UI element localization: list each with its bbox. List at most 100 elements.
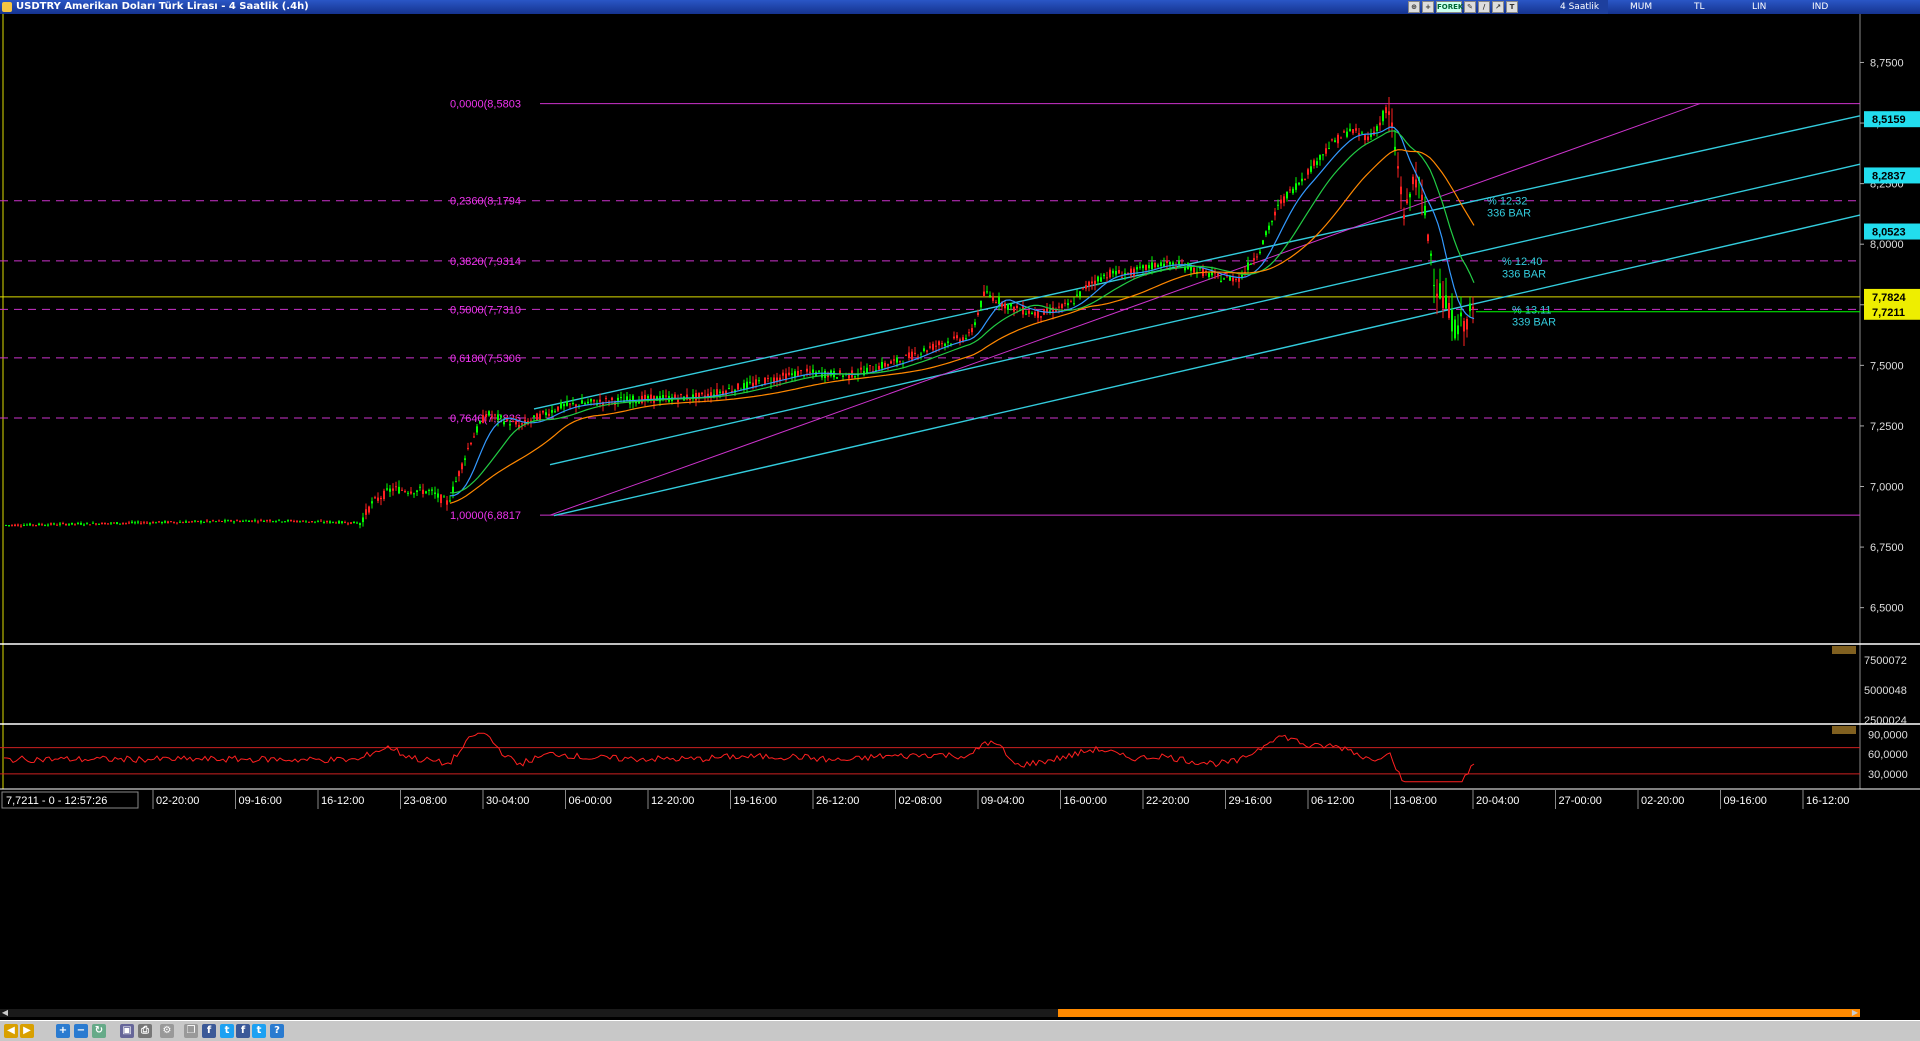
- window-titlebar: USDTRY Amerikan Doları Türk Lirası - 4 S…: [0, 0, 1920, 14]
- settings-icon[interactable]: ⚙: [160, 1024, 174, 1038]
- facebook-icon[interactable]: f: [202, 1024, 216, 1038]
- chart-canvas[interactable]: 8,75008,50008,25008,00007,75007,50007,25…: [0, 14, 1920, 1009]
- candle-body: [563, 404, 565, 407]
- candle-body: [1334, 140, 1336, 143]
- candle-body: [932, 343, 934, 350]
- candle-type-selector[interactable]: MUM: [1630, 0, 1658, 14]
- crosshair-icon[interactable]: +: [1422, 1, 1434, 13]
- candle-body: [1070, 301, 1072, 303]
- candle-body: [1250, 263, 1252, 265]
- candle-body: [1133, 268, 1135, 277]
- scale-selector[interactable]: LIN: [1752, 0, 1774, 14]
- candle-body: [758, 380, 760, 382]
- period-selector[interactable]: 4 Saatlik: [1560, 0, 1608, 14]
- candle-body: [1436, 293, 1438, 298]
- candle-body: [218, 520, 220, 522]
- candle-body: [1040, 316, 1042, 318]
- candle-body: [1313, 160, 1315, 166]
- price-label: 8,0523: [1872, 227, 1906, 239]
- candle-body: [263, 520, 265, 522]
- candle-body: [719, 391, 721, 393]
- candle-body: [1073, 303, 1075, 305]
- scroll-right-icon[interactable]: ▶: [1850, 1009, 1860, 1017]
- candle-body: [926, 350, 928, 352]
- candle-body: [1034, 312, 1036, 316]
- toolbar-icons: ⊕ + FOREKS ✎ / ↗ T: [1408, 1, 1518, 13]
- candle-body: [281, 521, 283, 523]
- candle-body: [953, 336, 955, 339]
- candle-body: [224, 520, 226, 522]
- candle-body: [1322, 154, 1324, 156]
- candle-body: [494, 414, 496, 416]
- zoom-out-icon[interactable]: −: [74, 1024, 88, 1038]
- rsi-line: [3, 732, 1475, 783]
- foreks-badge[interactable]: FOREKS: [1436, 1, 1468, 13]
- candle-body: [83, 524, 85, 526]
- zoom-in-icon[interactable]: +: [56, 1024, 70, 1038]
- candle-body: [428, 489, 430, 491]
- volume-tick-label: 7500072: [1864, 655, 1907, 667]
- arrow-icon[interactable]: ↗: [1492, 1, 1504, 13]
- time-scrollbar[interactable]: ◀ ▶: [0, 1009, 1860, 1017]
- candle-body: [824, 370, 826, 378]
- candle-body: [221, 520, 223, 522]
- candle-body: [1274, 211, 1276, 216]
- line-tool-icon[interactable]: /: [1478, 1, 1490, 13]
- scroll-left-icon[interactable]: ◀: [0, 1009, 10, 1017]
- candle-body: [1160, 262, 1162, 266]
- candle-body: [938, 341, 940, 346]
- edit-icon[interactable]: ✎: [1464, 1, 1476, 13]
- candle-body: [245, 520, 247, 522]
- candle-body: [1106, 277, 1108, 279]
- candle-body: [485, 414, 487, 418]
- facebook-share-icon[interactable]: f: [236, 1024, 250, 1038]
- time-tick-label: 30-04:00: [486, 795, 529, 807]
- save-icon[interactable]: ▣: [120, 1024, 134, 1038]
- candle-body: [1385, 107, 1387, 114]
- twitter-share-icon[interactable]: t: [252, 1024, 266, 1038]
- candle-body: [782, 372, 784, 376]
- candle-body: [179, 521, 181, 523]
- candle-body: [551, 410, 553, 413]
- y-tick-label: 6,5000: [1870, 603, 1904, 615]
- candle-body: [680, 394, 682, 396]
- candle-body: [1346, 131, 1348, 137]
- candle-body: [209, 521, 211, 523]
- refresh-icon[interactable]: ↻: [92, 1024, 106, 1038]
- candle-body: [446, 500, 448, 505]
- time-tick-label: 16-12:00: [321, 795, 364, 807]
- indicator-selector[interactable]: IND: [1812, 0, 1834, 14]
- currency-selector[interactable]: TL: [1694, 0, 1712, 14]
- help-icon[interactable]: ?: [270, 1024, 284, 1038]
- forward-icon[interactable]: ▶: [20, 1024, 34, 1038]
- candle-body: [419, 486, 421, 488]
- scroll-thumb[interactable]: [1058, 1009, 1860, 1017]
- candle-body: [128, 522, 130, 524]
- candle-body: [1121, 276, 1123, 278]
- back-icon[interactable]: ◀: [4, 1024, 18, 1038]
- candle-body: [1112, 270, 1114, 274]
- text-tool-icon[interactable]: T: [1506, 1, 1518, 13]
- candle-body: [149, 522, 151, 524]
- candle-body: [920, 353, 922, 355]
- candle-body: [1340, 137, 1342, 139]
- time-tick-label: 29-16:00: [1229, 795, 1272, 807]
- copy-icon[interactable]: ❐: [184, 1024, 198, 1038]
- zoom-icon[interactable]: ⊕: [1408, 1, 1420, 13]
- candle-body: [398, 486, 400, 494]
- candle-body: [434, 492, 436, 495]
- channel-bar-count-label: 339 BAR: [1512, 317, 1556, 329]
- candle-body: [620, 397, 622, 399]
- candle-body: [302, 520, 304, 522]
- candle-body: [617, 397, 619, 401]
- candle-body: [1451, 310, 1453, 332]
- candle-body: [911, 351, 913, 360]
- candle-body: [695, 392, 697, 401]
- twitter-icon[interactable]: t: [220, 1024, 234, 1038]
- print-icon[interactable]: ⎙: [138, 1024, 152, 1038]
- candle-body: [974, 322, 976, 326]
- y-tick-label: 6,7500: [1870, 542, 1904, 554]
- candle-body: [350, 522, 352, 524]
- candle-body: [1430, 253, 1432, 256]
- candle-body: [881, 361, 883, 369]
